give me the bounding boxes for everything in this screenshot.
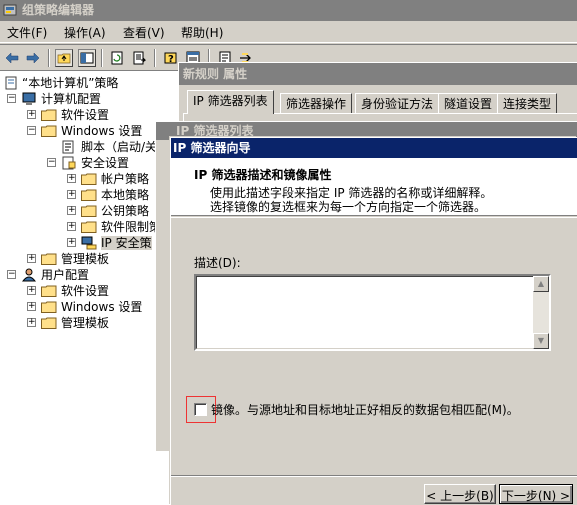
wizard-heading: IP 筛选器描述和镜像属性	[194, 168, 332, 182]
back-arrow-icon[interactable]	[3, 49, 21, 67]
tree-item-label: 管理模板	[61, 252, 110, 266]
expand-icon[interactable]: +	[67, 174, 76, 183]
gpedit-icon	[3, 4, 17, 16]
folder-icon	[81, 205, 97, 217]
properties-title-bar[interactable]: 新规则 属性	[179, 63, 577, 85]
collapse-icon[interactable]: −	[47, 158, 56, 167]
scroll-up-icon[interactable]: ▲	[533, 276, 549, 292]
footer-divider	[171, 475, 577, 477]
expand-icon[interactable]: +	[27, 318, 36, 327]
tree-item-label: Windows 设置	[61, 300, 143, 314]
expand-icon[interactable]: +	[67, 222, 76, 231]
script-icon	[62, 140, 74, 154]
main-window-title-bar[interactable]: 组策略编辑器	[0, 0, 577, 21]
forward-arrow-icon[interactable]	[24, 49, 42, 67]
tab-tunnel-settings[interactable]: 隧道设置	[438, 93, 499, 113]
export-list-icon[interactable]	[130, 49, 148, 67]
mirror-checkbox-label[interactable]: 镜像。与源地址和目标地址正好相反的数据包相匹配(M)。	[211, 403, 519, 417]
folder-icon	[41, 253, 57, 265]
wizard-subtext-2: 选择镜像的复选框来为每一个方向指定一个筛选器。	[210, 200, 487, 214]
tree-item-computer-config[interactable]: − 计算机配置	[0, 91, 182, 107]
collapse-icon[interactable]: −	[7, 94, 16, 103]
user-icon	[21, 268, 37, 282]
tree-item-label: 用户配置	[41, 268, 90, 282]
folder-icon	[81, 221, 97, 233]
folder-icon	[41, 109, 57, 121]
computer-icon	[22, 92, 36, 105]
description-scrollbar[interactable]: ▲ ▼	[533, 276, 549, 349]
security-icon	[62, 156, 76, 170]
ip-filter-wizard: IP 筛选器向导 IP 筛选器描述和镜像属性 使用此描述字段来指定 IP 筛选器…	[170, 137, 577, 505]
expand-icon[interactable]: +	[27, 254, 36, 263]
expand-icon[interactable]: +	[27, 286, 36, 295]
mirror-checkbox[interactable]	[194, 403, 207, 416]
menu-file[interactable]: 文件(F)	[7, 26, 47, 40]
expand-icon[interactable]: +	[27, 302, 36, 311]
tree-item-label: 公钥策略	[101, 204, 150, 218]
tree-item-root[interactable]: “本地计算机”策略	[0, 75, 182, 91]
collapse-icon[interactable]: −	[7, 270, 16, 279]
folder-icon	[81, 189, 97, 201]
expand-icon[interactable]: +	[67, 206, 76, 215]
tab-auth-methods[interactable]: 身份验证方法	[355, 93, 440, 113]
tab-filter-action[interactable]: 筛选器操作	[280, 93, 353, 113]
expand-icon[interactable]: +	[67, 190, 76, 199]
collapse-icon[interactable]: −	[27, 126, 36, 135]
tree-item-label: 帐户策略	[101, 172, 150, 186]
tree-item-label: 本地策略	[101, 188, 150, 202]
description-label: 描述(D):	[194, 256, 241, 270]
properties-title: 新规则 属性	[183, 67, 248, 81]
toolbar-separator	[101, 49, 103, 67]
up-folder-icon[interactable]	[55, 49, 73, 67]
tree-item-label: 管理模板	[61, 316, 110, 330]
open-folder-icon	[41, 125, 57, 137]
folder-icon	[41, 317, 57, 329]
tree-item-label: 软件设置	[61, 284, 110, 298]
ip-security-icon	[81, 236, 97, 250]
folder-icon	[81, 173, 97, 185]
wizard-header: IP 筛选器描述和镜像属性 使用此描述字段来指定 IP 筛选器的名称或详细解释。…	[171, 158, 577, 216]
header-divider	[171, 217, 577, 218]
wizard-title: IP 筛选器向导	[173, 141, 251, 155]
tree-item-label: “本地计算机”策略	[22, 76, 119, 90]
main-window-title: 组策略编辑器	[22, 3, 95, 17]
menu-help[interactable]: 帮助(H)	[181, 26, 223, 40]
description-textarea[interactable]: ▲ ▼	[194, 274, 551, 351]
refresh-icon[interactable]	[108, 49, 126, 67]
folder-icon	[41, 285, 57, 297]
svg-text:?: ?	[168, 54, 174, 65]
menu-bar: 文件(F) 操作(A) 查看(V) 帮助(H)	[0, 21, 577, 43]
wizard-title-bar[interactable]: IP 筛选器向导	[171, 138, 577, 158]
menu-view[interactable]: 查看(V)	[123, 26, 165, 40]
toolbar-separator	[154, 49, 156, 67]
menu-action[interactable]: 操作(A)	[64, 26, 106, 40]
wizard-subtext-1: 使用此描述字段来指定 IP 筛选器的名称或详细解释。	[210, 186, 493, 200]
tree-item-label: Windows 设置	[61, 124, 143, 138]
tab-ip-filter-list[interactable]: IP 筛选器列表	[187, 90, 274, 114]
expand-icon[interactable]: +	[67, 238, 76, 247]
tree-item-label: IP 安全策	[101, 236, 152, 250]
next-button[interactable]: 下一步(N) >	[499, 484, 573, 504]
toolbar-separator	[48, 49, 50, 67]
tree-item-label: 计算机配置	[41, 92, 102, 106]
tab-connection-type[interactable]: 连接类型	[497, 93, 558, 113]
scroll-down-icon[interactable]: ▼	[533, 333, 549, 349]
filter-list-title: IP 筛选器列表	[176, 124, 254, 138]
folder-icon	[41, 301, 57, 313]
tree-item-label: 脚本（启动/关	[81, 140, 158, 154]
back-button[interactable]: < 上一步(B)	[424, 484, 496, 504]
expand-icon[interactable]: +	[27, 110, 36, 119]
policy-document-icon	[5, 76, 17, 90]
tree-item-label: 软件设置	[61, 108, 110, 122]
show-hide-tree-icon[interactable]	[78, 49, 96, 67]
tree-item-label: 软件限制策	[101, 220, 162, 234]
tree-item-label: 安全设置	[81, 156, 130, 170]
